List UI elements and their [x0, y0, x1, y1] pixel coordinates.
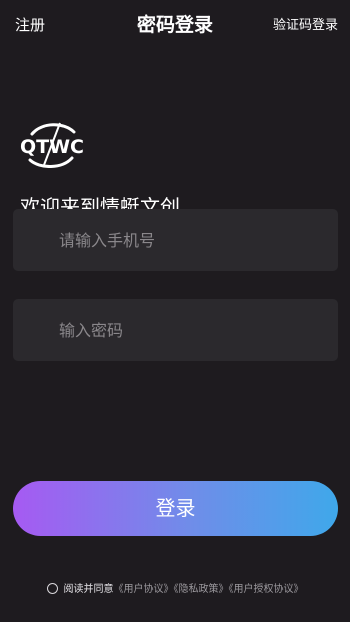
phone-input[interactable] [13, 209, 338, 271]
password-input[interactable] [13, 299, 338, 361]
phone-field[interactable] [13, 209, 338, 271]
qtwc-logo-graphic: QTWC [20, 122, 84, 168]
login-button[interactable]: 登录 [13, 481, 338, 536]
top-nav-bar: 注册 密码登录 验证码登录 [0, 0, 350, 52]
privacy-policy-link[interactable]: 《隐私政策》 [174, 584, 229, 595]
agreement-text: 阅读并同意 [63, 584, 114, 595]
login-screen: 注册 密码登录 验证码登录 QTWC 欢迎来到情蜓文创 登录 阅读并同意《用户协… [0, 0, 350, 622]
sms-code-login-link[interactable]: 验证码登录 [273, 16, 338, 36]
logo-wordmark: QTWC [20, 136, 84, 158]
agreement-radio[interactable] [46, 583, 58, 594]
password-field[interactable] [13, 299, 338, 361]
agreement-row: 阅读并同意《用户协议》《隐私政策》《用户授权协议》 [0, 582, 350, 598]
qtwc-logo: QTWC [18, 120, 86, 168]
user-authorization-link[interactable]: 《用户授权协议》 [229, 584, 304, 595]
user-agreement-link[interactable]: 《用户协议》 [114, 584, 174, 595]
